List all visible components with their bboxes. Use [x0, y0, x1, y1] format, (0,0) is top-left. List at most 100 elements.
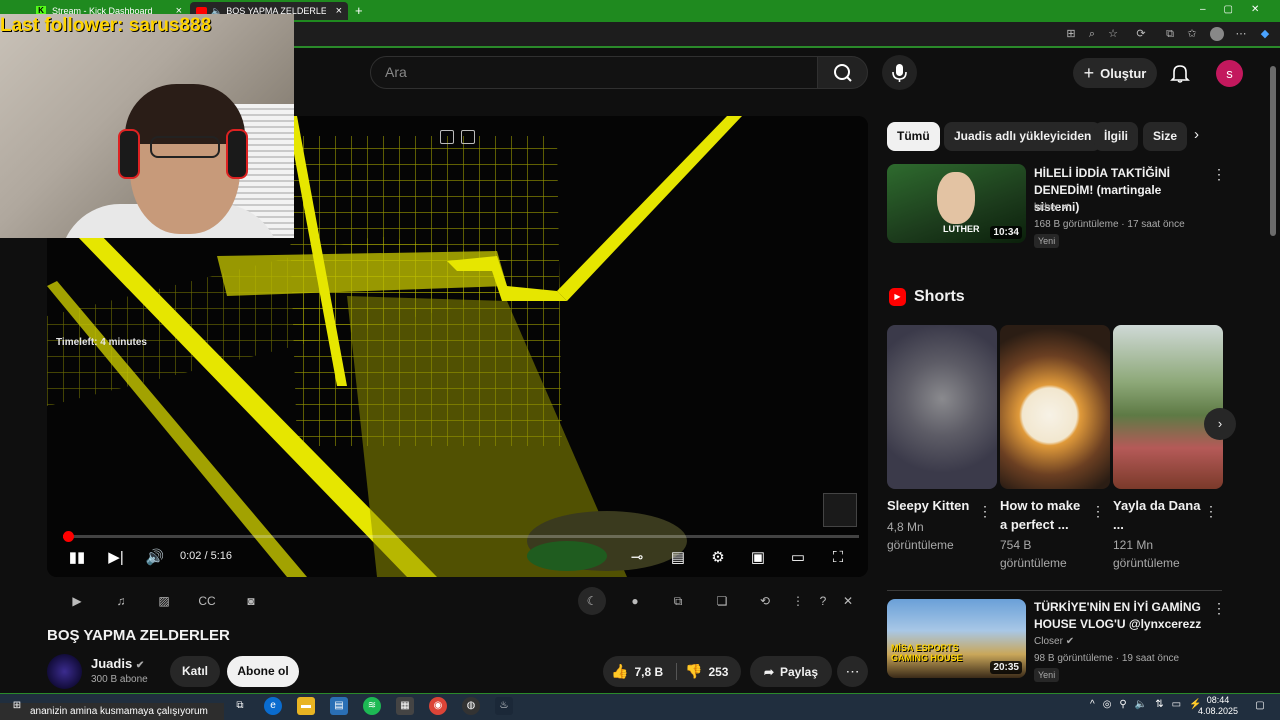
like-count: 7,8 B	[634, 664, 664, 679]
video-duration: 20:35	[990, 661, 1022, 674]
rec-meta: 98 B görüntüleme · 19 saat önce	[1034, 653, 1180, 664]
autoplay-toggle[interactable]: ⊸	[623, 548, 651, 568]
chip-related[interactable]: İlgili	[1094, 122, 1138, 151]
shorts-icon: ▶	[889, 288, 906, 306]
profile-icon[interactable]	[1210, 27, 1224, 41]
dislike-button[interactable]: 👎 253	[685, 656, 728, 687]
help-icon[interactable]: ?	[814, 592, 832, 610]
extension-icon[interactable]: ⟳	[1134, 27, 1148, 41]
progress-scrubber[interactable]	[62, 531, 74, 542]
search-input[interactable]: Ara	[370, 56, 818, 89]
voice-search-button[interactable]	[882, 55, 917, 90]
fullscreen-button[interactable]: ⛶	[828, 548, 848, 568]
channel-name[interactable]: Juadis ✔	[91, 656, 144, 671]
more-vert-icon[interactable]: ⋮	[789, 592, 807, 610]
channel-avatar[interactable]	[47, 654, 82, 689]
pip-icon[interactable]	[440, 130, 454, 144]
pause-button[interactable]: ▮▮	[67, 548, 87, 568]
rec-thumbnail[interactable]: LUTHER 10:34	[887, 164, 1026, 243]
zoom-icon[interactable]: ⌕	[1085, 27, 1099, 41]
system-tray[interactable]: ^◎⚲🔈⇅▭⚡	[1090, 699, 1209, 710]
task-view-icon[interactable]: ⧉	[231, 697, 249, 715]
copilot-icon[interactable]: ◆	[1258, 27, 1272, 41]
video-camera-icon[interactable]: ▶	[68, 592, 86, 610]
subscribe-button[interactable]: Abone ol	[227, 656, 299, 687]
chrome-icon[interactable]: ◉	[429, 697, 447, 715]
more-vert-icon[interactable]: ⋮	[978, 503, 992, 520]
chip-all[interactable]: Tümü	[887, 122, 940, 151]
share-button[interactable]: ➦ Paylaş	[750, 656, 832, 687]
short-thumbnail[interactable]	[887, 325, 997, 489]
like-button[interactable]: 👍 7,8 B	[611, 656, 663, 687]
short-thumbnail[interactable]	[1000, 325, 1110, 489]
edge-icon[interactable]: e	[264, 697, 282, 715]
notification-center-icon[interactable]: ▢	[1251, 697, 1269, 715]
split-icon[interactable]: ⧉	[1163, 27, 1177, 41]
short-views-count: 121 Mn	[1113, 538, 1154, 552]
shorts-next-button[interactable]: ›	[1204, 408, 1236, 440]
file-explorer-icon[interactable]: ▬	[297, 697, 315, 715]
new-tab-button[interactable]: +	[355, 3, 363, 18]
menu-icon[interactable]: ⋯	[1234, 27, 1248, 41]
rec-channel-name: Closer	[1034, 636, 1063, 647]
start-icon[interactable]: ⊞	[8, 697, 26, 715]
chip-from-uploader[interactable]: Juadis adlı yükleyiciden	[944, 122, 1102, 151]
short-title[interactable]: Sleepy Kitten	[887, 496, 977, 515]
account-avatar[interactable]: S	[1216, 60, 1243, 87]
next-button[interactable]: ▶|	[106, 548, 126, 568]
moon-icon[interactable]: ☾	[578, 587, 606, 615]
store-icon[interactable]: ▤	[330, 697, 348, 715]
steam-icon[interactable]: ♨	[495, 697, 513, 715]
short-title[interactable]: How to make a perfect ...	[1000, 496, 1090, 534]
app-icon[interactable]: ⊞	[1064, 27, 1078, 41]
taskbar-clock[interactable]: 08:44 4.08.2025	[1196, 695, 1240, 717]
playlist-icon[interactable]: ❏	[713, 592, 731, 610]
calculator-icon[interactable]: ▦	[396, 697, 414, 715]
favorites-icon[interactable]: ✩	[1185, 27, 1199, 41]
channel-watermark[interactable]	[823, 493, 857, 527]
more-vert-icon[interactable]: ⋮	[1091, 503, 1105, 520]
chevron-right-icon[interactable]: ›	[1194, 126, 1199, 143]
music-icon[interactable]: ♫	[112, 592, 130, 610]
theater-mode-button[interactable]: ▭	[788, 548, 808, 568]
loop-icon[interactable]: ⟲	[756, 592, 774, 610]
rec-channel[interactable]: luther ✔	[1034, 202, 1070, 213]
clock-date: 4.08.2025	[1197, 706, 1239, 716]
star-icon[interactable]: ☆	[1106, 27, 1120, 41]
subtitles-button[interactable]: ▤	[668, 548, 688, 568]
rec-thumbnail[interactable]: MİSA ESPORTS GAMING HOUSE 20:35	[887, 599, 1026, 678]
close-icon[interactable]: ✕	[839, 592, 857, 610]
window-controls[interactable]: –▢✕	[1200, 4, 1277, 15]
bulb-icon[interactable]: ●	[626, 592, 644, 610]
rec-title[interactable]: TÜRKİYE'NİN EN İYİ GAMİNG HOUSE VLOG'U @…	[1034, 599, 1204, 633]
verified-icon: ✔	[1065, 636, 1075, 647]
rec-channel[interactable]: Closer ✔	[1034, 636, 1074, 647]
image-icon[interactable]: ▨	[155, 592, 173, 610]
volume-button[interactable]: 🔊	[145, 548, 165, 568]
spotify-icon[interactable]: ≋	[363, 697, 381, 715]
obs-icon[interactable]: ◍	[462, 697, 480, 715]
more-vert-icon[interactable]: ⋮	[1212, 600, 1226, 617]
more-vert-icon[interactable]: ⋮	[1204, 503, 1218, 520]
progress-bar[interactable]	[63, 535, 859, 538]
short-thumbnail[interactable]	[1113, 325, 1223, 489]
create-button[interactable]: + Oluştur	[1073, 58, 1157, 88]
settings-button[interactable]: ⚙	[708, 548, 728, 568]
scrollbar-thumb[interactable]	[1270, 66, 1276, 236]
more-actions-button[interactable]: ⋯	[837, 656, 868, 687]
verified-icon: ✔	[135, 660, 145, 671]
join-button[interactable]: Katıl	[170, 656, 220, 687]
more-vert-icon[interactable]: ⋮	[1212, 166, 1226, 183]
close-icon[interactable]: ×	[336, 5, 342, 17]
short-title[interactable]: Yayla da Dana ...	[1113, 496, 1203, 534]
camera-icon[interactable]: ◙	[242, 592, 260, 610]
chip-for-you[interactable]: Size	[1143, 122, 1187, 151]
channel-name-text: Juadis	[91, 656, 133, 671]
captions-icon[interactable]: CC	[198, 592, 216, 610]
search-button[interactable]	[817, 56, 868, 89]
miniplayer-button[interactable]: ▣	[748, 548, 768, 568]
new-badge: Yeni	[1034, 234, 1060, 248]
notes-icon[interactable]	[461, 130, 475, 144]
notifications-button[interactable]	[1169, 62, 1191, 84]
popout-icon[interactable]: ⧉	[669, 592, 687, 610]
